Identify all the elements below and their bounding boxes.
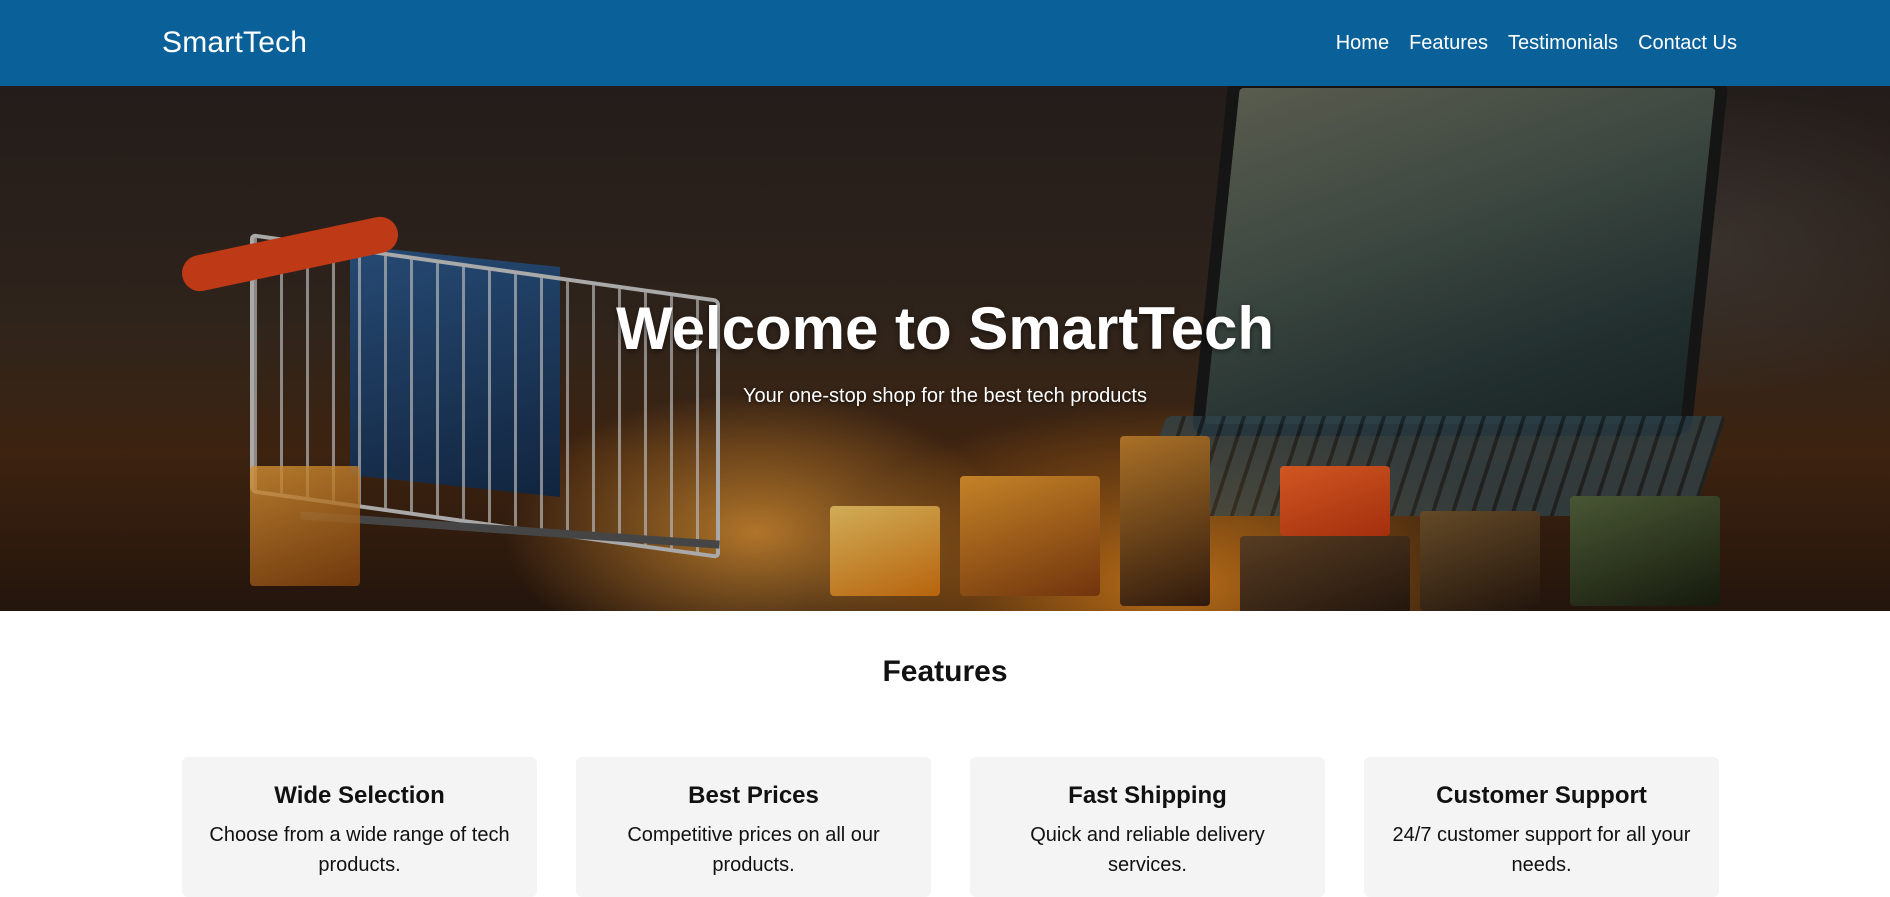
features-heading: Features [882,655,1008,688]
feature-card-customer-support: Customer Support 24/7 customer support f… [1364,757,1719,897]
features-section: Features Wide Selection Choose from a wi… [0,611,1890,897]
feature-card-title: Wide Selection [274,782,445,809]
feature-card-wide-selection: Wide Selection Choose from a wide range … [182,757,537,897]
feature-card-best-prices: Best Prices Competitive prices on all ou… [576,757,931,897]
nav-link-testimonials[interactable]: Testimonials [1508,32,1618,55]
feature-card-text: Quick and reliable delivery services. [1030,824,1265,876]
main-nav: Home Features Testimonials Contact Us [1336,32,1737,55]
feature-card-text: 24/7 customer support for all your needs… [1392,824,1691,876]
hero-banner: Welcome to SmartTech Your one-stop shop … [0,86,1890,611]
site-header: SmartTech Home Features Testimonials Con… [0,0,1890,86]
nav-link-features[interactable]: Features [1409,32,1488,55]
feature-card-title: Customer Support [1436,782,1647,809]
feature-card-title: Best Prices [688,782,819,809]
brand-logo-link[interactable]: SmartTech [162,26,307,60]
feature-card-fast-shipping: Fast Shipping Quick and reliable deliver… [970,757,1325,897]
feature-cards: Wide Selection Choose from a wide range … [182,757,1719,897]
hero-subtitle: Your one-stop shop for the best tech pro… [743,385,1147,407]
nav-link-home[interactable]: Home [1336,32,1389,55]
feature-card-text: Competitive prices on all our products. [627,824,880,876]
hero-content: Welcome to SmartTech Your one-stop shop … [0,86,1890,611]
feature-card-text: Choose from a wide range of tech product… [209,824,510,876]
hero-title: Welcome to SmartTech [616,295,1274,362]
nav-link-contact-us[interactable]: Contact Us [1638,32,1737,55]
feature-card-title: Fast Shipping [1068,782,1227,809]
